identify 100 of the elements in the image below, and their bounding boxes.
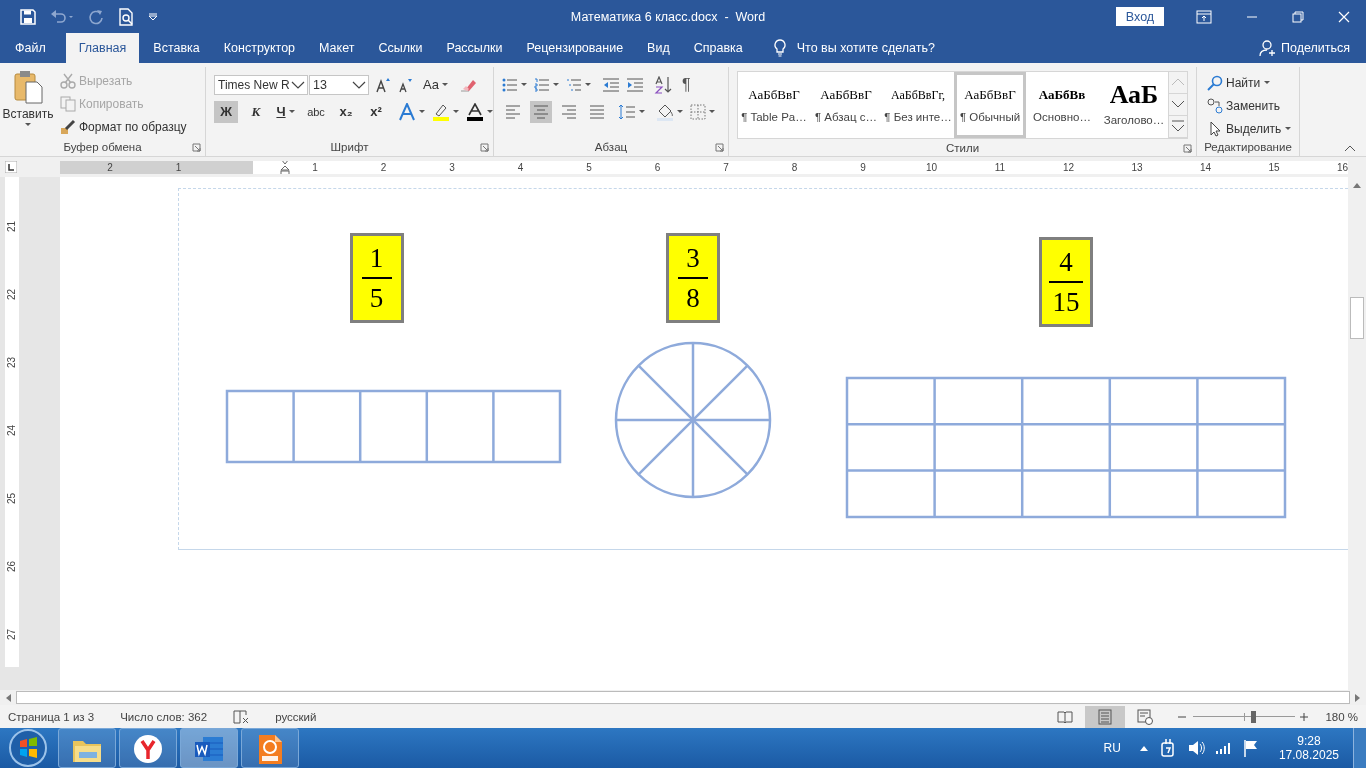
close-icon[interactable]	[1338, 10, 1350, 23]
ribbon-display-icon[interactable]	[1196, 9, 1212, 24]
style-item[interactable]: АаБбВвГ ¶ Абзац с…	[810, 72, 882, 138]
clock-time[interactable]: 9:28	[1297, 734, 1321, 748]
outlined-letter-icon[interactable]	[398, 102, 416, 121]
multilevel-list-icon[interactable]	[566, 76, 582, 93]
print-preview-icon[interactable]	[118, 7, 134, 26]
caret-icon[interactable]	[452, 108, 460, 115]
caret-icon[interactable]	[638, 108, 646, 115]
font-color-button[interactable]	[466, 102, 494, 121]
word-app-icon[interactable]	[180, 728, 238, 768]
paintbrush-icon[interactable]	[60, 118, 76, 135]
page-count[interactable]: Страница 1 из 3	[8, 710, 95, 723]
show-hidden-icons-icon[interactable]	[1138, 744, 1149, 752]
tab-selector-icon[interactable]	[5, 161, 17, 173]
replace-icon[interactable]	[1207, 97, 1223, 114]
indent-marker-icon[interactable]	[280, 160, 290, 174]
style-item[interactable]: АаБбВвГ ¶ Обычный	[954, 72, 1026, 138]
caret-icon[interactable]	[1263, 79, 1272, 86]
paste-button[interactable]: Вставить	[0, 67, 56, 138]
ribbon-tab[interactable]: Макет	[309, 33, 365, 63]
scroll-right-icon[interactable]	[1354, 692, 1362, 703]
dialog-launcher-icon[interactable]	[480, 143, 489, 152]
ribbon-tab[interactable]: Файл	[5, 33, 56, 63]
share-person-icon[interactable]	[1258, 39, 1277, 57]
cursor-arrow-icon[interactable]	[1207, 120, 1223, 137]
zoom-level[interactable]: 180 %	[1325, 710, 1358, 723]
style-item[interactable]: АаБбВвГг, ¶ Без инте…	[882, 72, 954, 138]
redo-icon[interactable]	[88, 8, 104, 25]
show-marks-button[interactable]: ¶	[682, 75, 691, 94]
restore-icon[interactable]	[1292, 10, 1304, 23]
customize-caret-icon[interactable]	[148, 11, 158, 22]
caret-icon[interactable]	[676, 108, 684, 115]
save-icon[interactable]	[20, 8, 36, 25]
bullet-list-icon[interactable]	[502, 76, 518, 93]
style-item[interactable]: АаБбВв Основно…	[1026, 72, 1098, 138]
ribbon-tab[interactable]: Рассылки	[436, 33, 513, 63]
zoom-in-icon[interactable]	[1299, 711, 1310, 722]
caret-icon[interactable]	[708, 108, 716, 115]
replace-button[interactable]: Заменить	[1207, 96, 1293, 115]
caret-icon[interactable]	[1284, 125, 1293, 132]
clock-date[interactable]: 17.08.2025	[1278, 748, 1339, 762]
language-indicator[interactable]: русский	[275, 710, 317, 723]
caret-icon[interactable]	[486, 108, 494, 115]
style-item[interactable]: АаБ Заголово…	[1098, 72, 1168, 138]
font-name-field[interactable]: Times New R	[214, 74, 308, 95]
ribbon-tab[interactable]: Ссылки	[368, 33, 433, 63]
sign-in-button[interactable]: Вход	[1116, 7, 1164, 26]
caret-icon[interactable]	[418, 108, 426, 115]
scrollbar-thumb[interactable]	[16, 691, 1350, 704]
share-button[interactable]: Поделиться	[1280, 41, 1350, 55]
slider-thumb[interactable]	[1250, 710, 1256, 723]
increase-indent-icon[interactable]	[626, 76, 644, 93]
format-button[interactable]: x²	[364, 100, 388, 123]
scrollbar-thumb[interactable]	[1350, 297, 1364, 339]
caret-icon[interactable]	[24, 121, 32, 128]
format-button[interactable]: К	[244, 100, 268, 123]
dialog-launcher-icon[interactable]	[192, 143, 201, 152]
format-button[interactable]: abc	[304, 100, 328, 123]
shrink-font-icon[interactable]	[397, 76, 413, 93]
bullets-button[interactable]	[502, 76, 528, 93]
grow-font-icon[interactable]	[375, 76, 391, 93]
format-button[interactable]: x₂	[334, 100, 358, 123]
find-button[interactable]: Найти	[1207, 73, 1293, 92]
change-case-button[interactable]: Aa	[423, 77, 449, 92]
caret-icon[interactable]	[291, 79, 305, 90]
shading-button[interactable]	[656, 102, 684, 121]
caret-icon[interactable]	[287, 108, 296, 115]
ribbon-tab[interactable]: Рецензирование	[516, 33, 634, 63]
start-orb-icon[interactable]	[8, 728, 48, 768]
select-button[interactable]: Выделить	[1207, 119, 1293, 138]
browser-app-icon[interactable]	[119, 728, 177, 768]
search-icon[interactable]	[1207, 74, 1223, 91]
power-icon[interactable]	[1158, 738, 1177, 758]
tell-me-field[interactable]: Что вы хотите сделать?	[796, 41, 935, 55]
flag-icon[interactable]	[1242, 739, 1259, 757]
caret-icon[interactable]	[552, 81, 560, 88]
dialog-launcher-icon[interactable]	[715, 143, 724, 152]
format-button[interactable]: Ж	[214, 100, 238, 123]
pdf-app-icon[interactable]	[241, 728, 299, 768]
lightbulb-icon[interactable]	[772, 39, 787, 57]
font-color-icon[interactable]	[466, 102, 484, 121]
ribbon-tab[interactable]: Вставка	[143, 33, 210, 63]
dialog-launcher-icon[interactable]	[1183, 144, 1192, 153]
proofing-icon[interactable]	[233, 708, 250, 725]
style-item[interactable]: АаБбВвГ ¶ Table Pa…	[738, 72, 810, 138]
signal-bars-icon[interactable]	[1214, 741, 1233, 755]
speaker-icon[interactable]	[1186, 739, 1205, 757]
line-spacing-button[interactable]	[618, 103, 646, 120]
line-spacing-icon[interactable]	[618, 103, 636, 120]
multilevel-list-button[interactable]	[566, 76, 592, 93]
format-painter-button[interactable]: Формат по образцу	[60, 117, 187, 136]
paint-bucket-icon[interactable]	[656, 102, 674, 121]
collapse-ribbon-icon[interactable]	[1344, 144, 1356, 152]
ribbon-tab[interactable]: Главная	[65, 33, 140, 63]
caret-icon[interactable]	[440, 81, 449, 88]
folder-app-icon[interactable]	[58, 728, 116, 768]
format-button[interactable]: Ч	[274, 100, 298, 123]
ribbon-tab[interactable]: Конструктор	[213, 33, 306, 63]
word-count[interactable]: Число слов: 362	[120, 710, 208, 723]
